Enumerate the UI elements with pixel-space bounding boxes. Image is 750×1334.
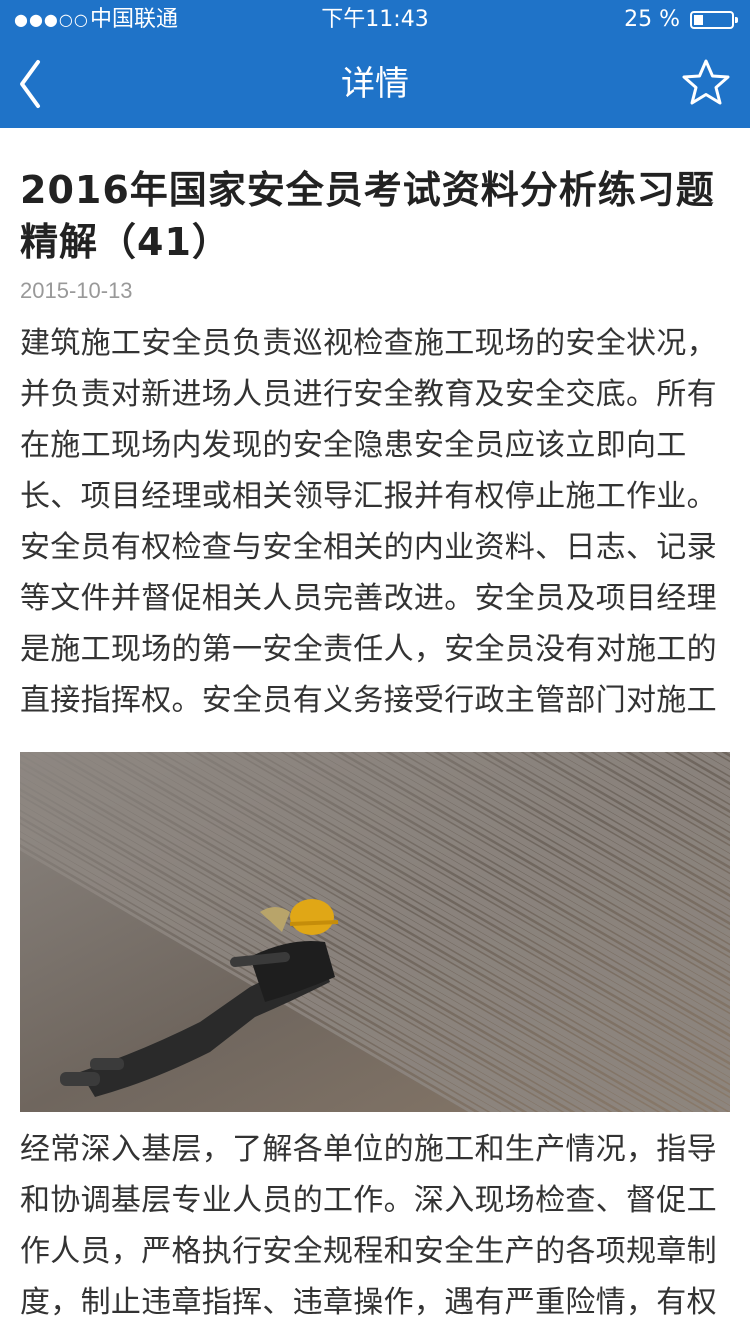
top-bar: ●●●○○ 中国联通 下午11:43 25 % 详情 (0, 0, 750, 128)
favorite-button[interactable] (676, 54, 736, 114)
battery-icon (690, 11, 738, 29)
article-photo (20, 752, 730, 1112)
navigation-bar: 详情 (0, 40, 750, 128)
article: 2016年国家安全员考试资料分析练习题精解（41） 2015-10-13 建筑施… (20, 128, 732, 1328)
battery-percent: 25 % (624, 7, 680, 32)
article-title: 2016年国家安全员考试资料分析练习题精解（41） (20, 168, 715, 264)
article-paragraph: 经常深入基层，了解各单位的施工和生产情况，指导和协调基层专业人员的工作。深入现场… (20, 1132, 717, 1320)
article-date: 2015-10-13 (20, 278, 133, 303)
article-paragraph: 建筑施工安全员负责巡视检查施工现场的安全状况，并负责对新进场人员进行安全教育及安… (20, 326, 717, 718)
status-bar: ●●●○○ 中国联通 下午11:43 25 % (0, 0, 750, 40)
page-title: 详情 (341, 64, 409, 104)
star-outline-icon (682, 59, 730, 105)
